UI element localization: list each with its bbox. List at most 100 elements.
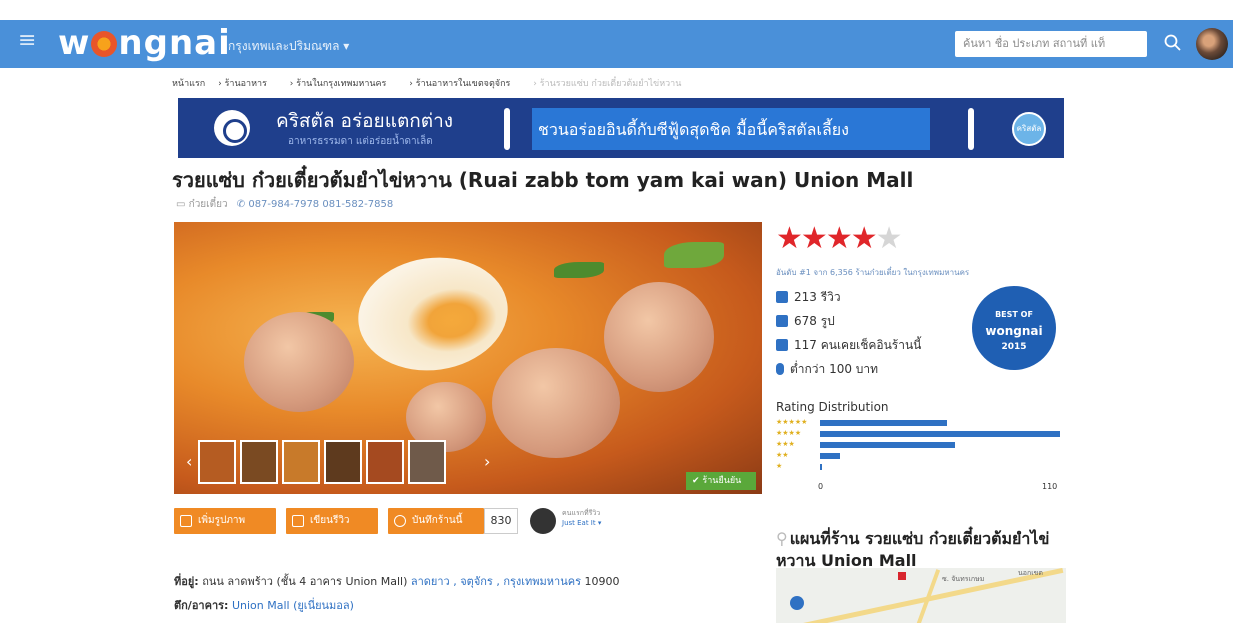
phone-numbers[interactable]: 087-984-7978 081-582-7858 [248, 199, 393, 210]
next-arrow-icon[interactable]: › [484, 452, 490, 471]
city-label: กรุงเทพและปริมณฑล [228, 39, 340, 53]
thumbnail[interactable] [366, 440, 404, 484]
photo-icon [776, 315, 788, 327]
meatball-photo-element [492, 348, 620, 458]
rating-row-label: ★★★★ [776, 429, 802, 437]
rating-bar [820, 464, 823, 470]
breadcrumb-district[interactable]: › ร้านอาหารในเขตจตุจักร [409, 79, 520, 89]
price-stat: ต่ำกว่า 100 บาท [776, 360, 878, 379]
restaurant-subinfo: ▭ ก๋วยเตี๋ยว ✆ 087-984-7978 081-582-7858 [176, 197, 393, 212]
banner-badge: คริสตัล [1012, 112, 1046, 146]
prev-arrow-icon[interactable]: ‹ [186, 452, 192, 471]
hero-photo[interactable]: ‹ › ✔ ร้านยืนยัน [174, 222, 762, 494]
thumbnail[interactable] [408, 440, 446, 484]
rating-distribution-title: Rating Distribution [776, 400, 889, 414]
write-review-button[interactable]: เขียนรีวิว [286, 508, 378, 534]
hamburger-icon[interactable]: ≡ [18, 30, 36, 52]
phone-icon: ✆ [236, 199, 246, 210]
thumbnail[interactable] [282, 440, 320, 484]
heart-icon [394, 515, 406, 527]
checkins-stat[interactable]: 117 คนเคยเช็คอินร้านนี้ [776, 336, 921, 355]
banner-promo: ชวนอร่อยอินดี้กับซีฟู้ดสุดชิค มื้อนี้คริ… [538, 120, 849, 139]
spoon-icon [504, 108, 510, 150]
banner-subline: อาหารธรรมดา แต่อร่อยน้ำดาเล็ด [288, 136, 433, 147]
star-icon: ★ [776, 221, 803, 256]
thumbnail[interactable] [324, 440, 362, 484]
building-line: ตึก/อาคาร: Union Mall (ยูเนี่ยนมอล) [174, 596, 354, 614]
wongnai-logo[interactable]: w ngnai [58, 25, 231, 61]
building-link[interactable]: Union Mall (ยูเนี่ยนมอล) [232, 599, 354, 612]
restaurant-title: รวยแซ่บ ก๋วยเตี๋ยวต้มยำไข่หวาน (Ruai zab… [172, 168, 914, 192]
garnish-leaf [554, 262, 604, 278]
rating-row: ★★ [776, 451, 1062, 460]
address-text: ถนน ลาดพร้าว (ชั้น 4 อาคาร Union Mall) [202, 575, 408, 588]
address-label: ที่อยู่: [174, 575, 199, 588]
best-of-line3: 2015 [1001, 342, 1027, 352]
first-reviewer: คนแรกที่รีวิว Just Eat It ▾ [562, 508, 601, 528]
ad-banner[interactable]: คริสตัล อร่อยแตกต่าง อาหารธรรมดา แต่อร่อ… [178, 98, 1064, 158]
axis-min: 0 [818, 482, 824, 491]
garnish-leaf [664, 242, 724, 268]
best-of-line1: BEST OF [995, 310, 1033, 319]
first-reviewer-avatar[interactable] [530, 508, 556, 534]
category-label[interactable]: ▭ ก๋วยเตี๋ยว [176, 199, 228, 210]
verified-badge: ✔ ร้านยืนยัน [686, 472, 756, 490]
rating-row: ★ [776, 462, 1062, 471]
star-rating: ★★★★★ [776, 221, 903, 256]
search-icon[interactable] [1160, 30, 1186, 56]
photos-stat[interactable]: 678 รูป [776, 312, 835, 331]
rating-distribution-chart: ★★★★★ ★★★★ ★★★ ★★ ★ [776, 418, 1062, 478]
breadcrumb-restaurants[interactable]: › ร้านอาหาร [218, 79, 277, 89]
map-location-icon[interactable] [790, 596, 804, 610]
rank-text[interactable]: อันดับ #1 จาก 6,356 ร้านก๋วยเตี๋ยว ในกรุ… [776, 266, 969, 279]
best-of-badge: BEST OF wongnai 2015 [972, 286, 1056, 370]
address-area-links[interactable]: ลาดยาว , จตุจักร , กรุงเทพมหานคร [411, 575, 581, 588]
price-icon [776, 363, 784, 375]
map-pin-icon: ⚲ [776, 529, 788, 548]
star-icon: ★ [825, 221, 853, 256]
city-selector[interactable]: กรุงเทพและปริมณฑล ▾ [228, 37, 349, 56]
breadcrumb: หน้าแรก › ร้านอาหาร › ร้านในกรุงเทพมหานค… [172, 76, 701, 90]
rating-bar [820, 431, 1060, 437]
map-road-label: ซ. จันทรเกษม [942, 575, 985, 583]
add-photo-button[interactable]: เพิ่มรูปภาพ [174, 508, 276, 534]
map-title: ⚲ แผนที่ร้าน รวยแซ่บ ก๋วยเตี๋ยวต้มยำไข่หว… [776, 529, 1050, 570]
address-zip: 10900 [584, 575, 620, 588]
axis-max: 110 [1042, 482, 1058, 491]
banner-headline: คริสตัล อร่อยแตกต่าง [276, 110, 454, 132]
map-marker-icon[interactable] [898, 572, 906, 580]
breadcrumb-bangkok[interactable]: › ร้านในกรุงเทพมหานคร [290, 79, 397, 89]
rating-bar [820, 453, 840, 459]
reviews-stat[interactable]: 213 รีวิว [776, 288, 841, 307]
rating-row: ★★★★ [776, 429, 1062, 438]
star-icon: ★ [800, 221, 828, 256]
top-navbar: ≡ w ngnai กรุงเทพและปริมณฑล ▾ ค้นหา ชื่อ … [0, 20, 1233, 68]
person-icon [776, 339, 788, 351]
crystal-logo-icon [214, 110, 250, 146]
map-area-label: นอกเขต [1018, 569, 1043, 577]
egg-photo-element [350, 248, 516, 380]
meatball-photo-element [244, 312, 354, 412]
rating-bar [820, 420, 947, 426]
rating-row-label: ★★★★★ [776, 418, 808, 426]
user-avatar[interactable] [1196, 28, 1228, 60]
address-line: ที่อยู่: ถนน ลาดพร้าว (ชั้น 4 อาคาร Unio… [174, 572, 619, 590]
breadcrumb-current: › ร้านรวยแซ่บ ก๋วยเตี๋ยวต้มยำไข่หวาน [533, 79, 682, 89]
map-view[interactable]: ซ. จันทรเกษม นอกเขต [776, 568, 1066, 623]
bookmark-count: 830 [484, 508, 518, 534]
thumbnail[interactable] [240, 440, 278, 484]
first-reviewer-label: คนแรกที่รีวิว [562, 509, 601, 517]
search-input[interactable]: ค้นหา ชื่อ ประเภท สถานที่ แท็ [955, 31, 1147, 57]
rating-row: ★★★★★ [776, 418, 1062, 427]
review-icon [776, 291, 788, 303]
thumbnail[interactable] [198, 440, 236, 484]
first-reviewer-name[interactable]: Just Eat It ▾ [562, 518, 601, 528]
rating-row: ★★★ [776, 440, 1062, 449]
breadcrumb-home[interactable]: หน้าแรก [172, 79, 205, 89]
rating-row-label: ★★★ [776, 440, 795, 448]
spoon-icon [968, 108, 974, 150]
best-of-line2: wongnai [985, 324, 1043, 338]
bookmark-button[interactable]: บันทึกร้านนี้ [388, 508, 484, 534]
pencil-icon [292, 515, 304, 527]
meatball-photo-element [604, 282, 714, 392]
